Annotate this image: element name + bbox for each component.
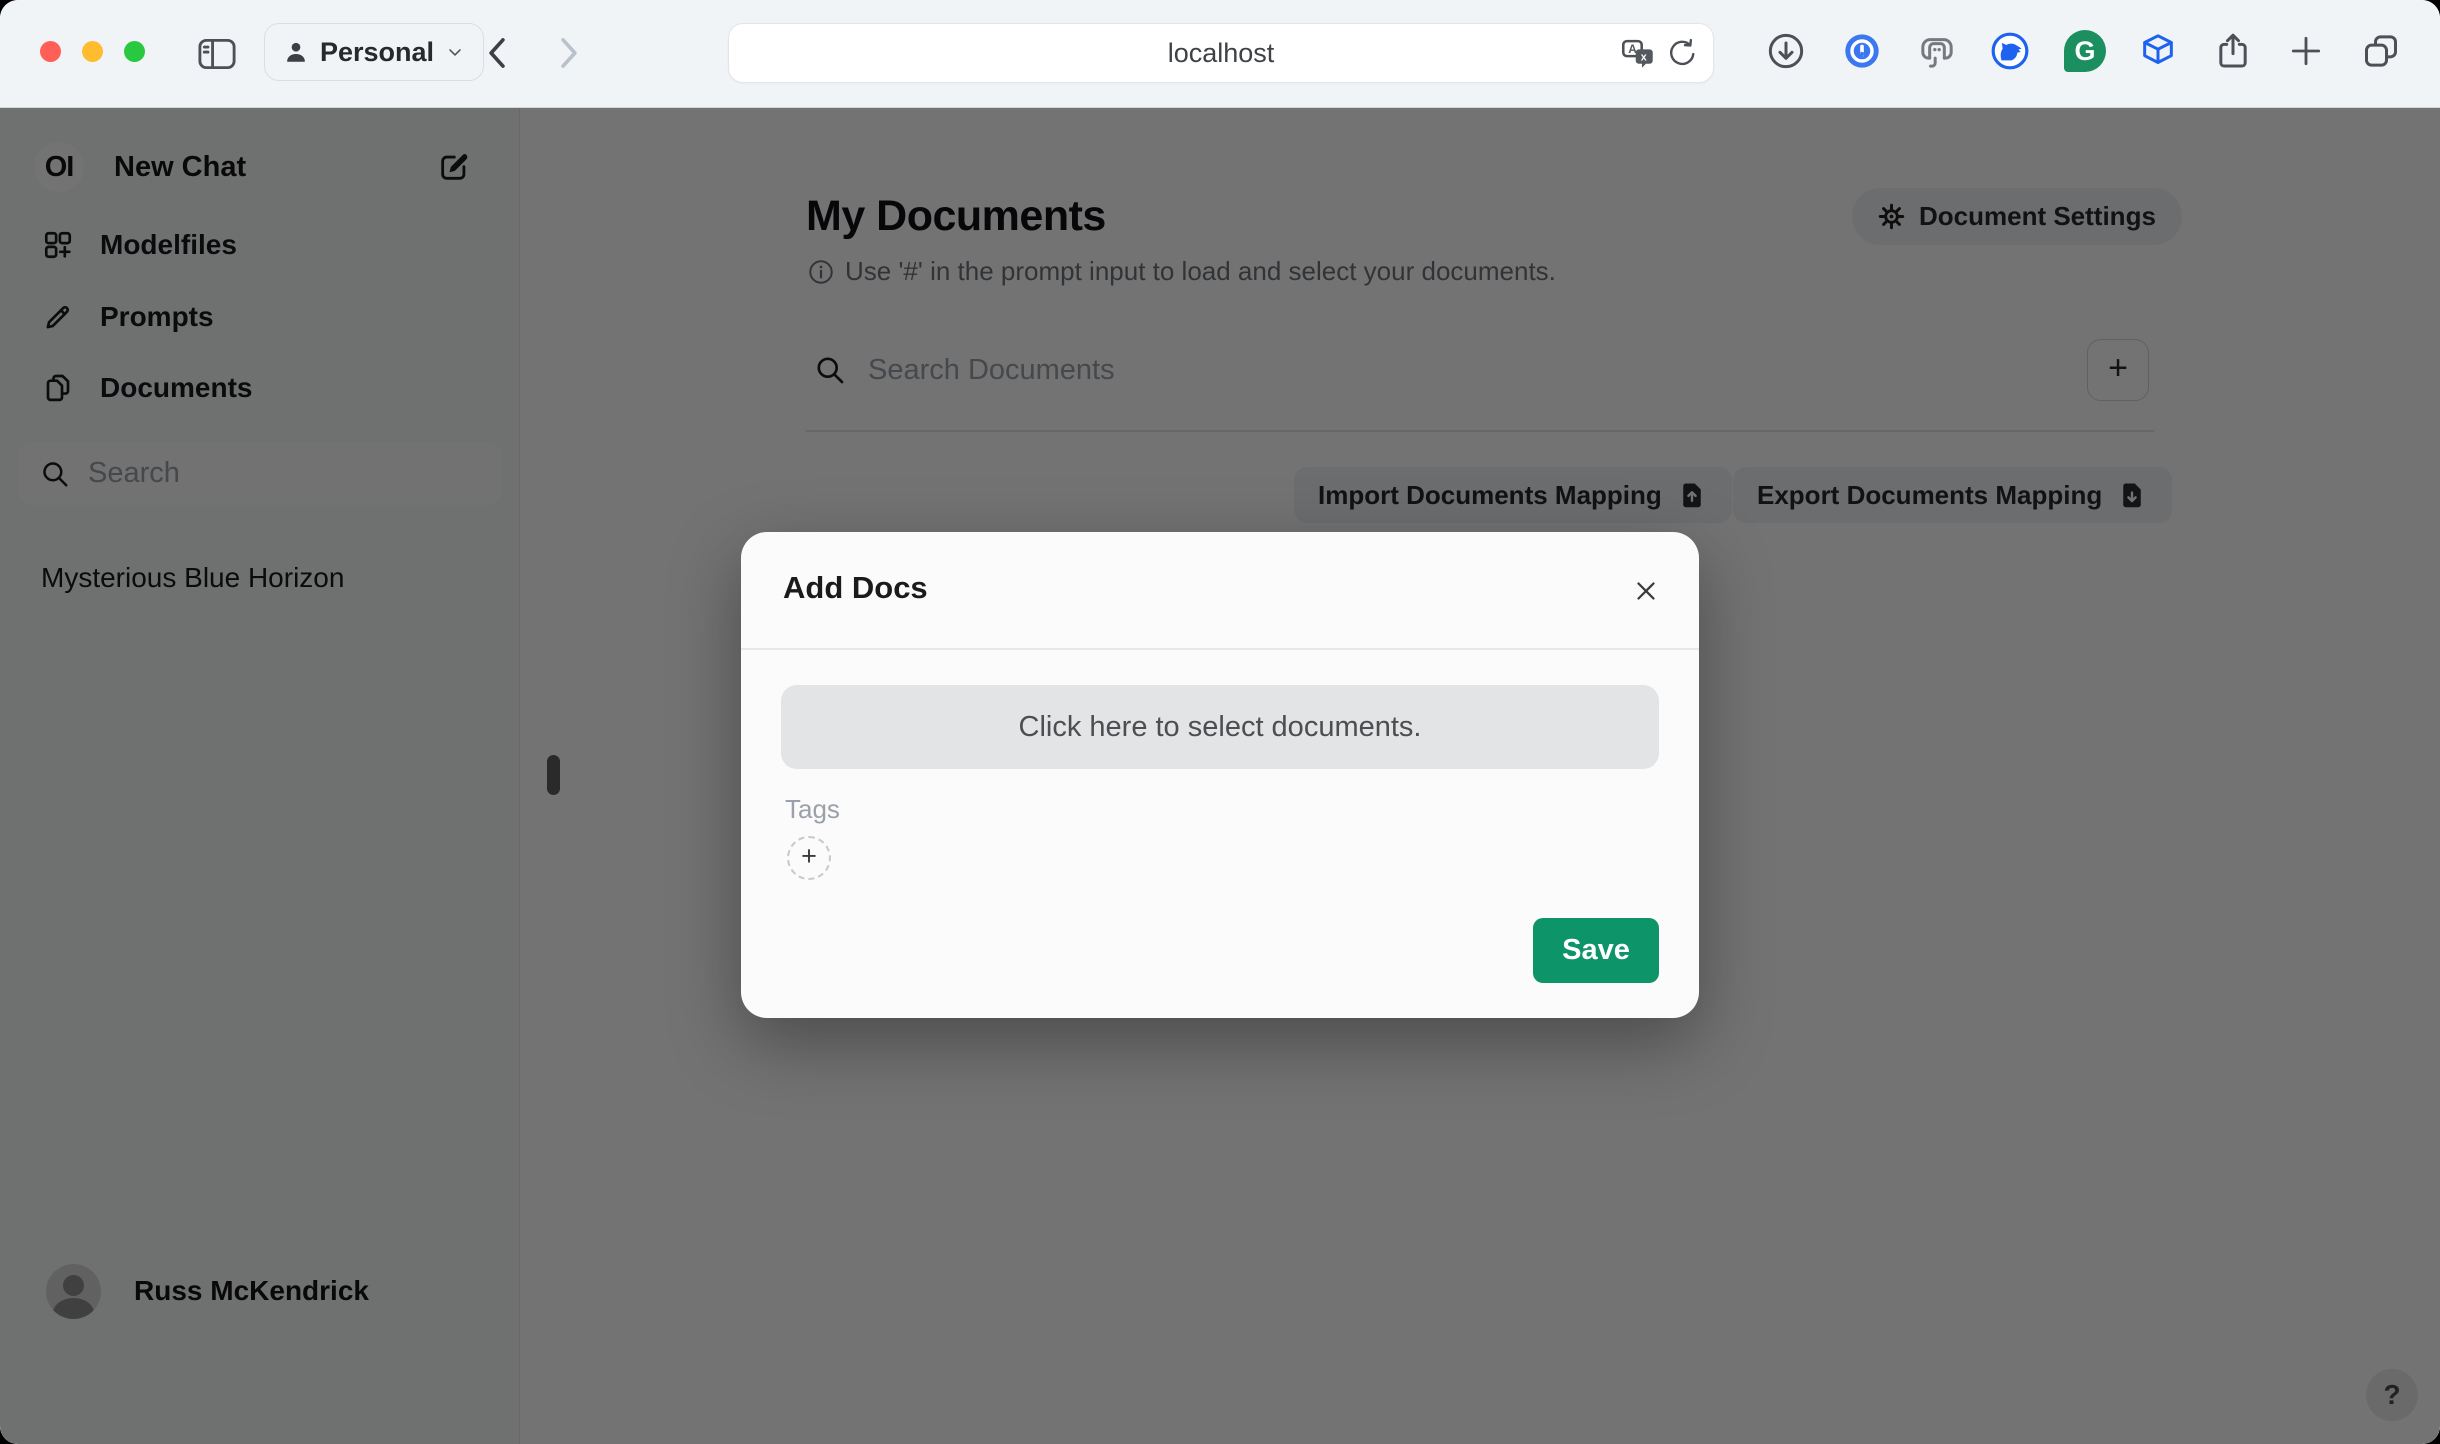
address-bar[interactable]: localhost Ax: [728, 23, 1714, 83]
bear-icon: [1990, 31, 2030, 71]
grammarly-extension-button[interactable]: G: [2062, 28, 2108, 74]
downloads-button[interactable]: [1763, 28, 1809, 74]
add-tag-button[interactable]: +: [787, 836, 831, 880]
profile-switcher[interactable]: Personal: [264, 23, 484, 81]
select-documents-button[interactable]: Click here to select documents.: [781, 685, 1659, 769]
translate-icon: Ax: [1621, 36, 1655, 70]
add-docs-modal: Add Docs Click here to select documents.…: [741, 532, 1699, 1018]
save-button[interactable]: Save: [1533, 918, 1659, 983]
page-content: OI New Chat Modelfiles Prompts: [0, 108, 2440, 1444]
sidebar-toggle-icon: [198, 38, 236, 70]
zoom-window-button[interactable]: [124, 41, 145, 62]
tags-label: Tags: [785, 794, 840, 825]
svg-text:x: x: [1641, 51, 1647, 63]
browser-toolbar: Personal localhost Ax: [0, 0, 2440, 108]
cube-extension-button[interactable]: [2135, 28, 2181, 74]
bear-extension-button[interactable]: [1987, 28, 2033, 74]
minimize-window-button[interactable]: [82, 41, 103, 62]
chevron-right-icon: [554, 36, 584, 70]
back-button[interactable]: [474, 29, 520, 77]
share-icon: [2213, 31, 2253, 71]
chevron-left-icon: [482, 36, 512, 70]
reload-icon: [1665, 37, 1697, 69]
reload-button[interactable]: [1665, 24, 1697, 82]
grammarly-icon: G: [2064, 30, 2106, 72]
close-icon: [1631, 576, 1661, 606]
close-window-button[interactable]: [40, 41, 61, 62]
new-tab-button[interactable]: [2283, 28, 2329, 74]
onepassword-extension-button[interactable]: [1839, 28, 1885, 74]
tab-overview-icon: [2361, 31, 2401, 71]
browser-window: Personal localhost Ax: [0, 0, 2440, 1444]
modal-title: Add Docs: [783, 570, 928, 606]
person-icon: [283, 39, 309, 65]
share-button[interactable]: [2210, 28, 2256, 74]
onepassword-icon: [1842, 31, 1882, 71]
chevron-down-icon: [445, 42, 465, 62]
elephant-extension-button[interactable]: [1914, 28, 1960, 74]
elephant-icon: [1917, 31, 1957, 71]
cube-icon: [2138, 31, 2178, 71]
plus-icon: [2287, 32, 2325, 70]
divider: [741, 648, 1699, 650]
sidebar-toggle-button[interactable]: [194, 32, 240, 76]
modal-header: Add Docs: [741, 532, 1699, 648]
close-modal-button[interactable]: [1623, 568, 1669, 614]
profile-label: Personal: [320, 37, 434, 68]
tab-overview-button[interactable]: [2358, 28, 2404, 74]
url-text: localhost: [729, 24, 1713, 82]
download-circle-icon: [1766, 31, 1806, 71]
forward-button[interactable]: [546, 29, 592, 77]
translate-button[interactable]: Ax: [1621, 24, 1655, 82]
traffic-lights: [40, 41, 145, 62]
